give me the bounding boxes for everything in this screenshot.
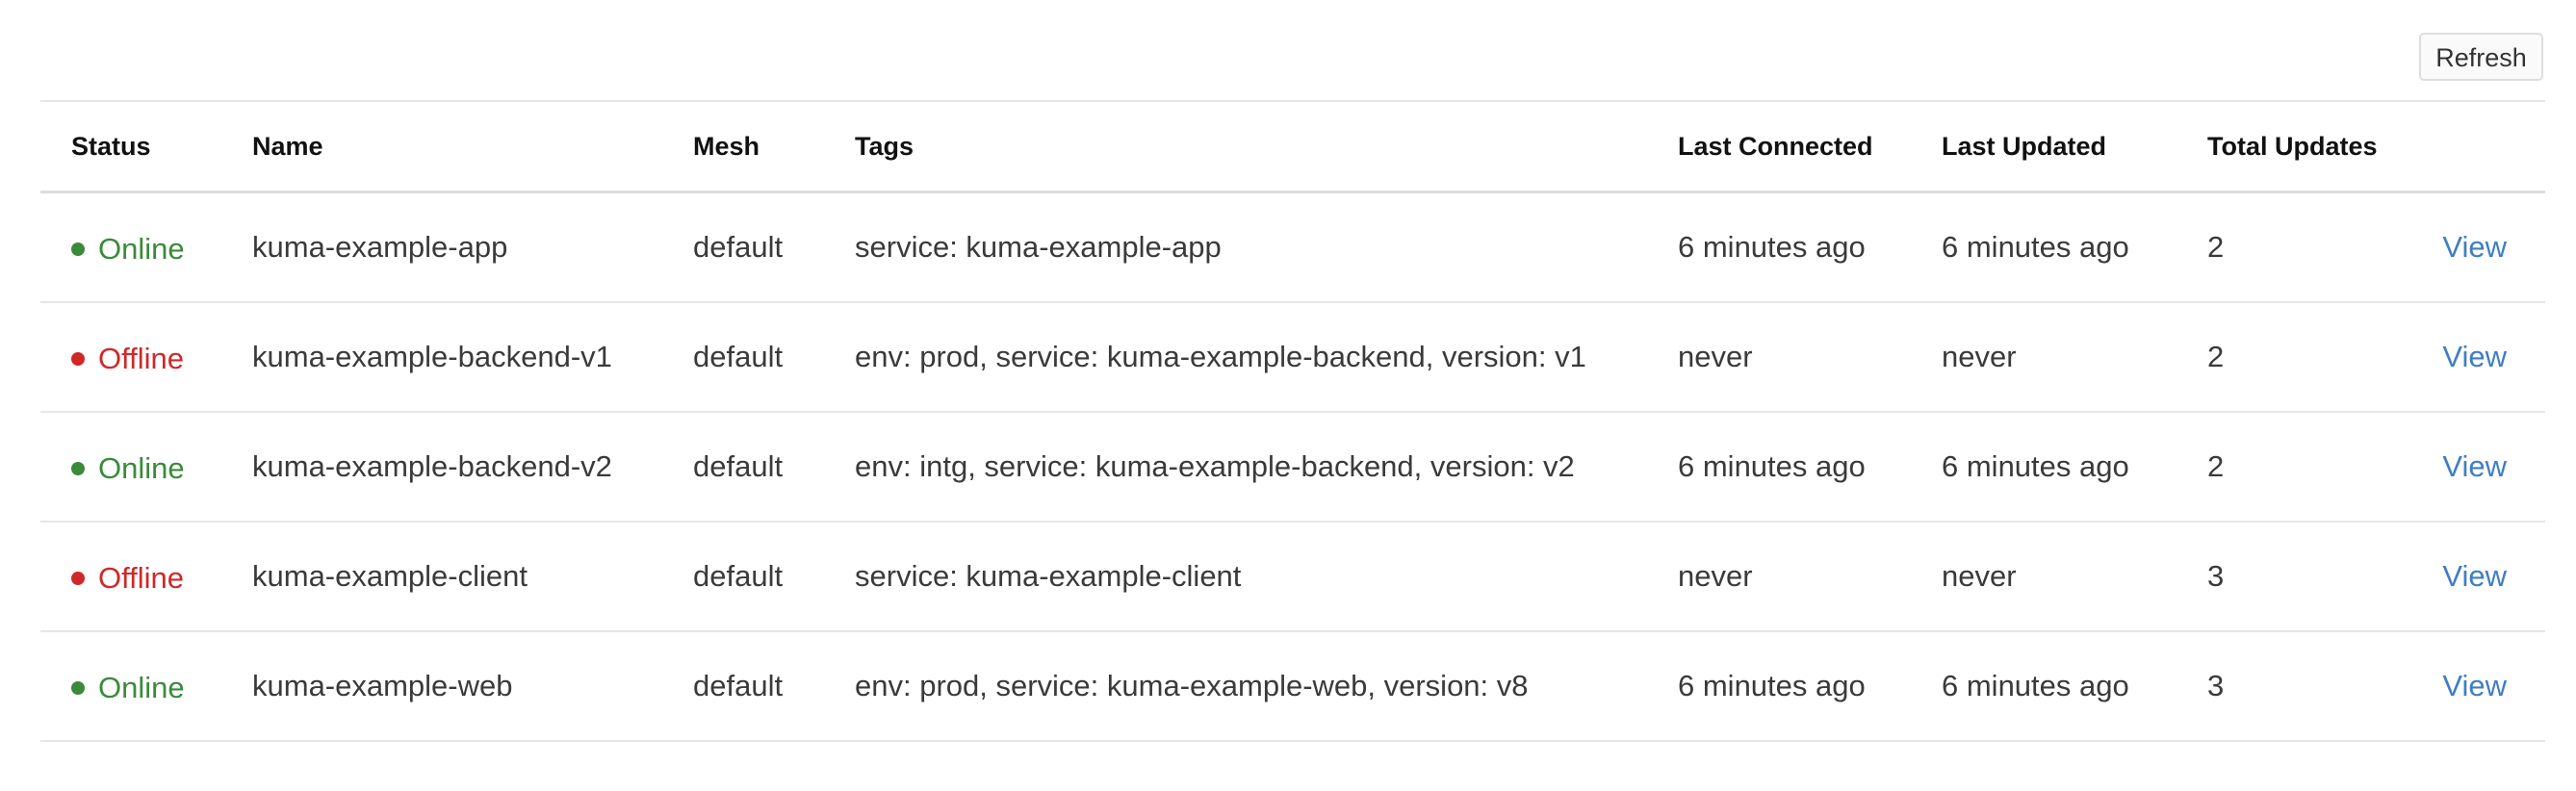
view-link[interactable]: View [2442,559,2507,593]
total-updates-cell: 2 [2177,412,2411,523]
last-connected-cell: 6 minutes ago [1647,631,1911,742]
table-row: Offline kuma-example-client default serv… [40,522,2545,632]
table-header: Status Name Mesh Tags Last Connected Las… [40,100,2545,193]
status-label: Offline [98,560,185,595]
status-cell: Online [40,191,221,303]
table-header-row: Status Name Mesh Tags Last Connected Las… [40,100,2545,193]
refresh-button[interactable]: Refresh [2419,33,2543,81]
status-label: Online [98,670,185,704]
status-label: Online [98,450,185,485]
status-dot-icon [71,351,85,366]
action-cell: View [2411,191,2545,303]
status-cell: Offline [40,302,221,413]
status-dot-icon [71,680,85,695]
table-row: Online kuma-example-web default env: pro… [40,631,2545,742]
last-updated-cell: never [1911,302,2177,413]
action-cell: View [2411,302,2545,413]
last-updated-cell: 6 minutes ago [1911,412,2177,523]
column-header-status: Status [40,100,221,193]
view-link[interactable]: View [2442,230,2507,264]
tags-cell: env: prod, service: kuma-example-backend… [824,302,1647,413]
status-cell: Offline [40,522,221,632]
table-row: Online kuma-example-backend-v2 default e… [40,412,2545,523]
tags-cell: env: prod, service: kuma-example-web, ve… [824,631,1647,742]
view-link[interactable]: View [2442,340,2507,373]
table-row: Offline kuma-example-backend-v1 default … [40,302,2545,413]
column-header-actions [2411,100,2545,193]
status-badge: Online [71,451,185,486]
last-connected-cell: never [1647,302,1911,413]
view-link[interactable]: View [2442,449,2507,483]
tags-cell: service: kuma-example-client [824,522,1647,632]
mesh-cell: default [662,412,824,523]
last-connected-cell: 6 minutes ago [1647,412,1911,523]
view-link[interactable]: View [2442,669,2507,702]
last-updated-cell: never [1911,522,2177,632]
last-connected-cell: 6 minutes ago [1647,191,1911,303]
column-header-total-updates: Total Updates [2177,100,2411,193]
mesh-cell: default [662,631,824,742]
column-header-name: Name [221,100,662,193]
status-label: Offline [98,341,185,375]
total-updates-cell: 3 [2177,631,2411,742]
name-cell: kuma-example-client [221,522,662,632]
total-updates-cell: 2 [2177,191,2411,303]
name-cell: kuma-example-web [221,631,662,742]
name-cell: kuma-example-app [221,191,662,303]
last-updated-cell: 6 minutes ago [1911,631,2177,742]
column-header-tags: Tags [824,100,1647,193]
status-dot-icon [71,461,85,475]
mesh-cell: default [662,522,824,632]
name-cell: kuma-example-backend-v2 [221,412,662,523]
table-body: Online kuma-example-app default service:… [40,191,2545,742]
column-header-last-connected: Last Connected [1647,100,1911,193]
last-updated-cell: 6 minutes ago [1911,191,2177,303]
status-badge: Online [71,671,185,705]
table-row: Online kuma-example-app default service:… [40,191,2545,303]
status-dot-icon [71,242,85,256]
tags-cell: env: intg, service: kuma-example-backend… [824,412,1647,523]
status-label: Online [98,231,185,266]
name-cell: kuma-example-backend-v1 [221,302,662,413]
action-cell: View [2411,412,2545,523]
action-cell: View [2411,522,2545,632]
total-updates-cell: 2 [2177,302,2411,413]
status-cell: Online [40,631,221,742]
status-cell: Online [40,412,221,523]
status-badge: Offline [71,342,184,376]
last-connected-cell: never [1647,522,1911,632]
total-updates-cell: 3 [2177,522,2411,632]
column-header-mesh: Mesh [662,100,824,193]
mesh-cell: default [662,302,824,413]
mesh-cell: default [662,191,824,303]
dataplanes-table: Status Name Mesh Tags Last Connected Las… [40,100,2545,742]
status-badge: Offline [71,561,184,596]
status-dot-icon [71,571,85,585]
status-badge: Online [71,232,185,267]
column-header-last-updated: Last Updated [1911,100,2177,193]
tags-cell: service: kuma-example-app [824,191,1647,303]
action-cell: View [2411,631,2545,742]
